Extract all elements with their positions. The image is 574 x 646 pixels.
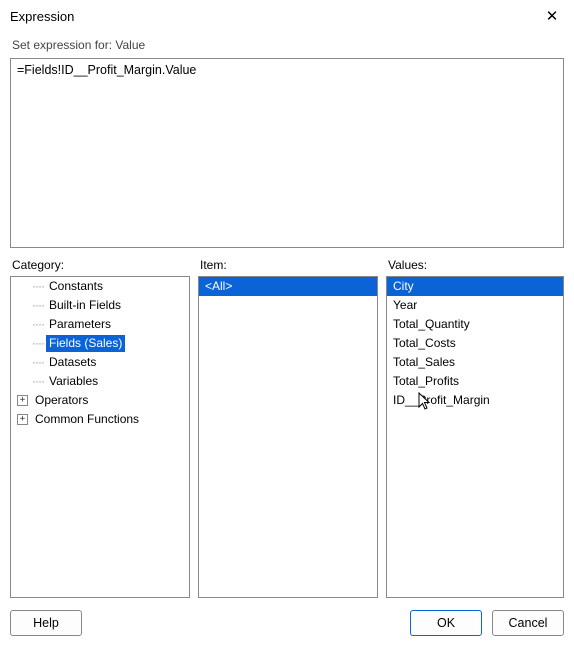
category-item[interactable]: ····Fields (Sales) xyxy=(11,334,189,353)
dialog-footer: Help OK Cancel xyxy=(10,598,564,636)
item-list[interactable]: <All> xyxy=(198,276,378,598)
value-entry[interactable]: Year xyxy=(387,296,563,315)
category-tree[interactable]: ····Constants····Built-in Fields····Para… xyxy=(10,276,190,598)
category-item-label: Common Functions xyxy=(32,411,142,428)
tree-branch-icon: ···· xyxy=(32,335,44,352)
category-column-label: Category: xyxy=(10,256,190,276)
ok-button[interactable]: OK xyxy=(410,610,482,636)
window-title: Expression xyxy=(10,9,74,24)
value-entry[interactable]: Total_Costs xyxy=(387,334,563,353)
category-item-label: Constants xyxy=(46,278,106,295)
close-icon: ✕ xyxy=(546,7,559,25)
values-column: Values: CityYearTotal_QuantityTotal_Cost… xyxy=(386,256,564,598)
category-item[interactable]: ····Datasets xyxy=(11,353,189,372)
expression-input[interactable] xyxy=(10,58,564,248)
category-item[interactable]: + Common Functions xyxy=(11,410,189,429)
values-list[interactable]: CityYearTotal_QuantityTotal_CostsTotal_S… xyxy=(386,276,564,598)
tree-branch-icon: ···· xyxy=(32,354,44,371)
tree-spacer xyxy=(17,357,28,368)
dialog-content: Set expression for: Value Category: ····… xyxy=(0,30,574,646)
category-item-label: Fields (Sales) xyxy=(46,335,125,352)
help-button[interactable]: Help xyxy=(10,610,82,636)
tree-branch-icon: ···· xyxy=(32,297,44,314)
tree-spacer xyxy=(17,281,28,292)
footer-right-group: OK Cancel xyxy=(410,610,564,636)
category-item-label: Variables xyxy=(46,373,101,390)
tree-branch-icon: ···· xyxy=(32,278,44,295)
category-item-label: Parameters xyxy=(46,316,114,333)
item-column: Item: <All> xyxy=(198,256,378,598)
tree-branch-icon: ···· xyxy=(32,373,44,390)
columns-area: Category: ····Constants····Built-in Fiel… xyxy=(10,256,564,598)
expand-icon[interactable]: + xyxy=(17,414,28,425)
category-item[interactable]: ····Constants xyxy=(11,277,189,296)
cancel-button[interactable]: Cancel xyxy=(492,610,564,636)
category-item[interactable]: ····Built-in Fields xyxy=(11,296,189,315)
category-item[interactable]: + Operators xyxy=(11,391,189,410)
category-item[interactable]: ····Parameters xyxy=(11,315,189,334)
value-entry[interactable]: City xyxy=(387,277,563,296)
subtitle-label: Set expression for: Value xyxy=(10,34,564,58)
tree-branch-icon: ···· xyxy=(32,316,44,333)
close-button[interactable]: ✕ xyxy=(538,6,566,26)
category-item[interactable]: ····Variables xyxy=(11,372,189,391)
values-column-label: Values: xyxy=(386,256,564,276)
title-bar: Expression ✕ xyxy=(0,0,574,30)
category-item-label: Built-in Fields xyxy=(46,297,124,314)
item-entry[interactable]: <All> xyxy=(199,277,377,296)
value-entry[interactable]: Total_Profits xyxy=(387,372,563,391)
expand-icon[interactable]: + xyxy=(17,395,28,406)
tree-spacer xyxy=(17,338,28,349)
tree-spacer xyxy=(17,300,28,311)
value-entry[interactable]: Total_Quantity xyxy=(387,315,563,334)
item-column-label: Item: xyxy=(198,256,378,276)
tree-spacer xyxy=(17,319,28,330)
value-entry[interactable]: ID__Profit_Margin xyxy=(387,391,563,410)
value-entry[interactable]: Total_Sales xyxy=(387,353,563,372)
tree-spacer xyxy=(17,376,28,387)
expression-dialog: Expression ✕ Set expression for: Value C… xyxy=(0,0,574,646)
category-item-label: Operators xyxy=(32,392,91,409)
category-item-label: Datasets xyxy=(46,354,99,371)
category-column: Category: ····Constants····Built-in Fiel… xyxy=(10,256,190,598)
